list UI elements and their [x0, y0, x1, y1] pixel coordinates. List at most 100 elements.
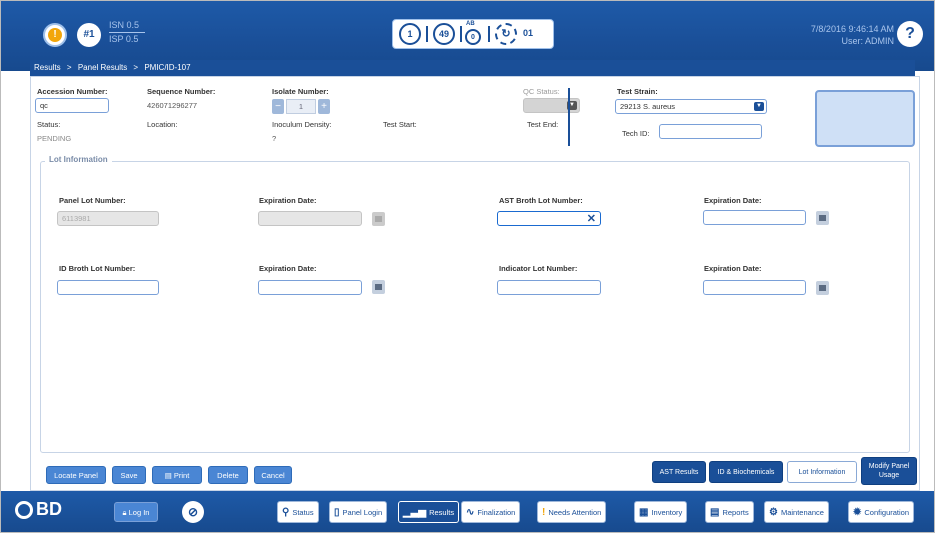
- accession-label: Accession Number:: [37, 87, 108, 96]
- lot-information-legend: Lot Information: [45, 155, 112, 164]
- breadcrumb-results[interactable]: Results: [34, 63, 61, 72]
- instrument-number: 01: [523, 28, 534, 38]
- results-icon: ▁▃▅: [403, 506, 427, 518]
- status-count-1-icon: 1: [399, 23, 421, 45]
- panel-image-box: [815, 90, 915, 147]
- breadcrumb-separator: >: [133, 63, 139, 72]
- breadcrumb-panel-id: PMIC/ID-107: [144, 63, 191, 72]
- panel-lot-input: 6113981: [57, 211, 159, 226]
- isolate-stepper[interactable]: − 1 +: [272, 99, 330, 114]
- inoculum-label: Inoculum Density:: [272, 120, 332, 129]
- calendar-icon[interactable]: [816, 281, 829, 295]
- calendar-icon[interactable]: [372, 280, 385, 294]
- accession-input[interactable]: qc: [35, 98, 109, 113]
- expiration-date-label: Expiration Date:: [704, 264, 762, 273]
- status-value: PENDING: [37, 134, 72, 143]
- breadcrumb-separator: >: [66, 63, 72, 72]
- sequence-label: Sequence Number:: [147, 87, 216, 96]
- lot-information-group: [40, 161, 910, 453]
- nav-label: Needs Attention: [548, 507, 602, 517]
- login-button[interactable]: 🔒︎ Log In: [114, 502, 158, 522]
- isolate-label: Isolate Number:: [272, 87, 329, 96]
- id-broth-lot-input[interactable]: [57, 280, 159, 295]
- tech-id-label: Tech ID:: [622, 129, 650, 138]
- pod-divider: [426, 26, 428, 42]
- tab-ast-results[interactable]: AST Results: [652, 461, 706, 483]
- help-button[interactable]: ?: [897, 21, 923, 47]
- nav-maintenance[interactable]: ⚙ Maintenance: [764, 501, 829, 523]
- ast-broth-label: AST Broth Lot Number:: [499, 196, 583, 205]
- nav-label: Status: [292, 507, 314, 517]
- id-broth-expiration-input[interactable]: [258, 280, 362, 295]
- instrument-status-pod[interactable]: 1 49 AB 0 ↻ 01: [392, 19, 554, 49]
- nav-finalization[interactable]: ∿ Finalization: [461, 501, 521, 523]
- inoculum-value: ?: [272, 134, 277, 143]
- nav-label: Reports: [722, 507, 749, 517]
- ast-broth-expiration-input[interactable]: [703, 210, 806, 225]
- panel-login-icon: ▯: [334, 506, 340, 518]
- test-end-label: Test End:: [527, 120, 559, 129]
- stop-icon[interactable]: ⊘: [182, 501, 204, 523]
- ab-label: AB: [466, 21, 475, 27]
- current-user: User: ADMIN: [841, 36, 894, 46]
- bd-logo-text: BD: [36, 499, 62, 519]
- nav-label: Finalization: [477, 507, 516, 517]
- nav-reports[interactable]: ▤ Reports: [705, 501, 754, 523]
- ast-broth-lot-input[interactable]: ✕: [497, 211, 601, 226]
- calendar-icon[interactable]: [816, 211, 829, 225]
- isolate-value: 1: [286, 99, 316, 114]
- breadcrumb-panel-results[interactable]: Panel Results: [78, 63, 127, 72]
- nav-results[interactable]: ▁▃▅ Results: [398, 501, 460, 523]
- tech-id-input[interactable]: [659, 124, 762, 139]
- reports-icon: ▤: [710, 506, 720, 518]
- status-label: Status:: [37, 120, 61, 129]
- calendar-icon: [372, 212, 385, 226]
- expiration-date-label: Expiration Date:: [704, 196, 762, 205]
- tab-modify-panel-usage[interactable]: Modify Panel Usage: [861, 457, 917, 485]
- status-count-49-icon: 49: [433, 23, 455, 45]
- warning-icon: !: [48, 28, 62, 42]
- cancel-button[interactable]: Cancel: [254, 466, 292, 484]
- indicator-expiration-input[interactable]: [703, 280, 806, 295]
- datetime-user: 7/8/2016 9:46:14 AM User: ADMIN: [811, 23, 894, 47]
- nav-configuration[interactable]: ✹ Configuration: [848, 501, 915, 523]
- print-label: Print: [173, 471, 190, 480]
- alert-button[interactable]: !: [43, 23, 67, 47]
- pod-divider: [460, 26, 462, 42]
- inventory-icon: ▦: [639, 506, 649, 518]
- isolate-increment-button[interactable]: +: [318, 99, 330, 114]
- location-label: Location:: [147, 120, 178, 129]
- footer-nav-bar: BD 🔒︎ Log In ⊘ ⚲ Status ▯ Panel Login ▁▃▅ R…: [1, 491, 934, 532]
- panel-expiration-input: [258, 211, 362, 226]
- nav-status[interactable]: ⚲ Status: [277, 501, 319, 523]
- test-strain-select[interactable]: 29213 S. aureus ▼: [615, 99, 767, 114]
- pod-divider: [488, 26, 490, 42]
- expiration-date-label: Expiration Date:: [259, 196, 317, 205]
- nav-panel-login[interactable]: ▯ Panel Login: [329, 501, 388, 523]
- tab-lot-information[interactable]: Lot Information: [787, 461, 857, 483]
- printer-icon: ▤: [164, 471, 174, 480]
- isp-label: ISP 0.5: [109, 34, 139, 44]
- qc-status-label: QC Status:: [523, 87, 560, 96]
- tab-id-biochemicals[interactable]: ID & Biochemicals: [709, 461, 783, 483]
- login-label: Log In: [128, 508, 150, 517]
- nav-label: Maintenance: [780, 507, 824, 517]
- nav-inventory[interactable]: ▦ Inventory: [634, 501, 688, 523]
- clear-icon[interactable]: ✕: [587, 212, 596, 225]
- panel-lot-label: Panel Lot Number:: [59, 196, 126, 205]
- maintenance-icon: ⚙: [769, 506, 778, 518]
- header-divider: [568, 88, 570, 146]
- ab-value-icon: 0: [465, 29, 481, 45]
- save-button[interactable]: Save: [112, 466, 146, 484]
- chevron-down-icon: ▼: [754, 102, 764, 111]
- locate-panel-button[interactable]: Locate Panel: [46, 466, 106, 484]
- print-button[interactable]: ▤ Print: [152, 466, 202, 484]
- queue-number-badge[interactable]: #1: [77, 23, 101, 47]
- delete-button[interactable]: Delete: [208, 466, 248, 484]
- instrument-cycle-icon: ↻: [495, 23, 517, 45]
- isolate-decrement-button[interactable]: −: [272, 99, 284, 114]
- nav-label: Inventory: [651, 507, 683, 517]
- qc-status-select: ▼: [523, 98, 580, 113]
- nav-needs-attention[interactable]: ! Needs Attention: [537, 501, 607, 523]
- indicator-lot-input[interactable]: [497, 280, 601, 295]
